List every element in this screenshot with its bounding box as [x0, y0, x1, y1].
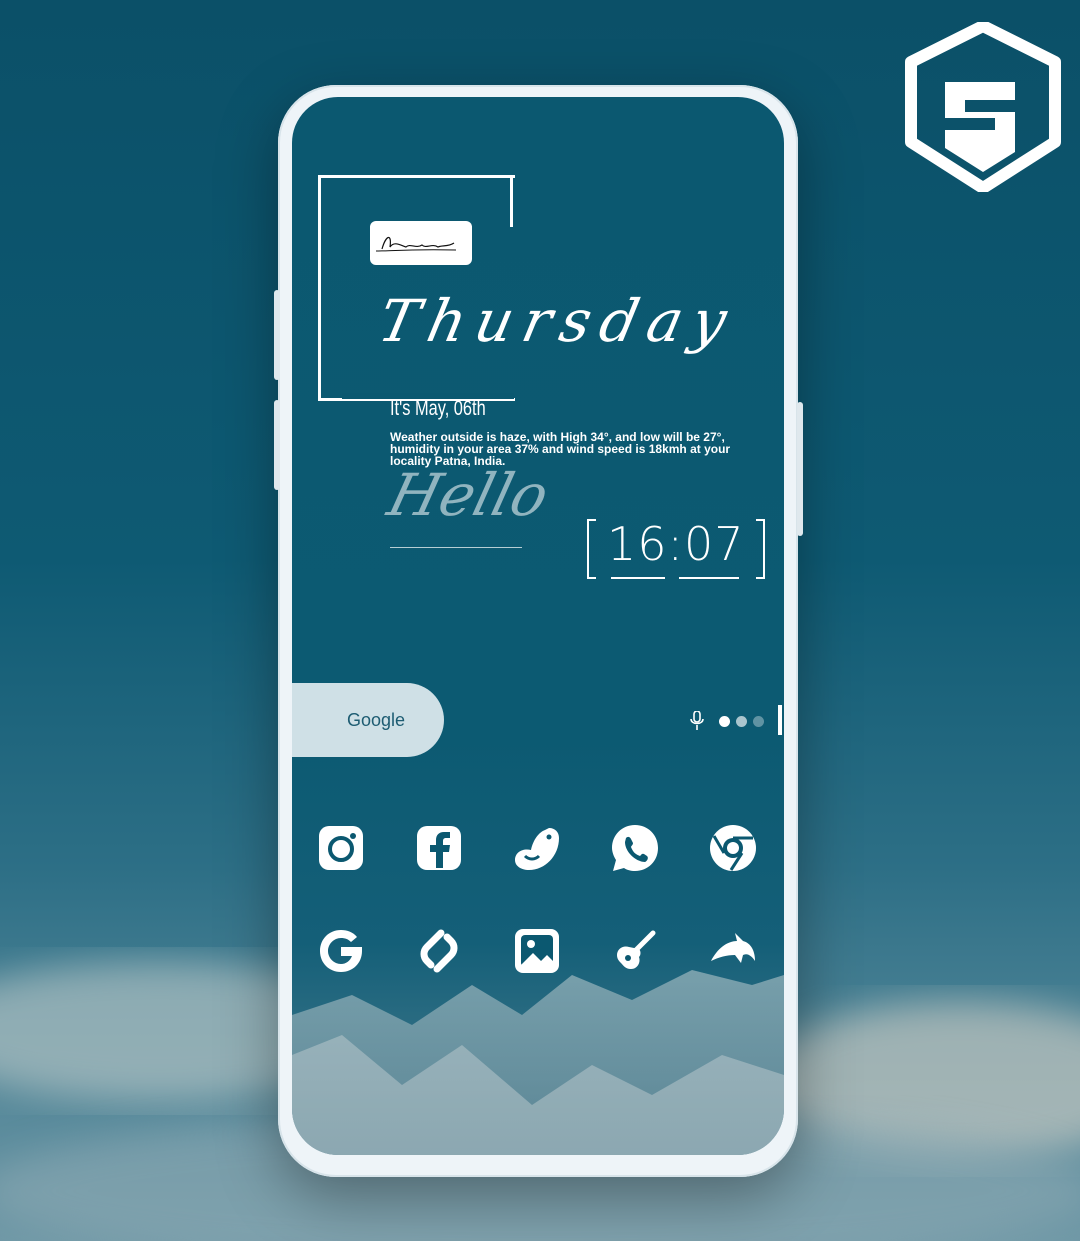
chrome-icon[interactable]: [707, 822, 759, 874]
clock-bracket-left: [587, 519, 596, 579]
dolphin-icon[interactable]: [707, 925, 759, 977]
shazam-icon[interactable]: [413, 925, 465, 977]
search-label: Google: [346, 709, 406, 730]
day-label: Thursday: [372, 287, 743, 355]
instagram-icon[interactable]: [315, 822, 367, 874]
page-dot-3[interactable]: [753, 716, 764, 727]
volume-down-button: [274, 400, 280, 490]
mountain-wallpaper: [292, 970, 784, 1155]
clock-underline-hours: [611, 577, 665, 579]
home-screen: Thursday It's May, 06th Weather outside …: [292, 97, 784, 1155]
twitter-bird-icon[interactable]: [511, 822, 563, 874]
clock-time: 16:07: [607, 517, 745, 571]
clock-underline-minutes: [679, 577, 739, 579]
greeting-underline: [390, 547, 522, 548]
pager-edge-bar: [778, 705, 782, 735]
whatsapp-icon[interactable]: [609, 822, 661, 874]
signature-badge[interactable]: [370, 221, 472, 265]
google-search-pill[interactable]: Google: [292, 683, 444, 757]
date-label: It's May, 06th: [390, 397, 486, 420]
widget-bracket-right: [510, 175, 513, 227]
gallery-icon[interactable]: [511, 925, 563, 977]
google-icon[interactable]: [315, 925, 367, 977]
page-dot-1[interactable]: [719, 716, 730, 727]
mic-icon[interactable]: [690, 711, 704, 731]
music-guitar-icon[interactable]: [609, 925, 661, 977]
clock-bracket-right: [756, 519, 765, 579]
signature-icon: [375, 236, 457, 252]
greeting-label: Hello: [381, 461, 556, 529]
clock-widget[interactable]: 16:07: [587, 517, 765, 579]
facebook-icon[interactable]: [413, 822, 465, 874]
power-button: [797, 402, 803, 536]
volume-up-button: [274, 290, 280, 380]
page-dot-2[interactable]: [736, 716, 747, 727]
ss-logo-icon: [905, 22, 1061, 192]
